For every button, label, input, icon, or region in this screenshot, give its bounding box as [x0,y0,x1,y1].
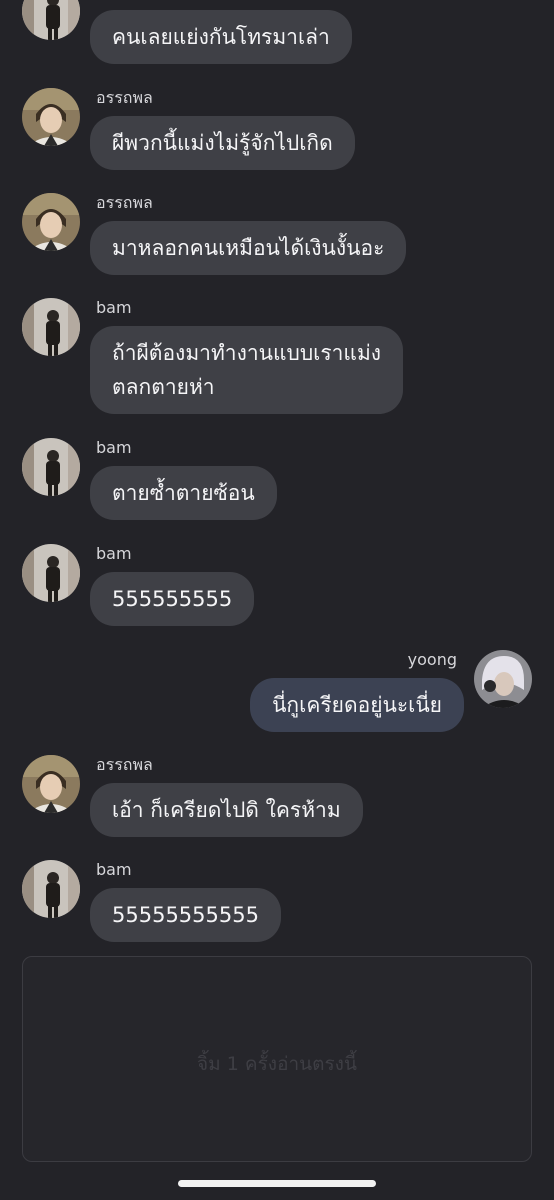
home-indicator[interactable] [178,1180,376,1187]
avatar-atthaphon[interactable] [22,193,80,251]
message-text: คนเลยแย่งกันโทรมาเล่า [112,25,330,49]
message-bubble[interactable]: คนเลยแย่งกันโทรมาเล่า [90,10,352,64]
message-bubble[interactable]: ถ้าผีต้องมาทำงานแบบเราแม่ง ตลกตายห่า [90,326,404,414]
avatar-yoong[interactable] [474,650,532,708]
message-text: ตลกตายห่า [112,375,215,399]
message-text: ตายซ้ำตายซ้อน [112,481,255,505]
avatar-bam[interactable] [22,438,80,496]
avatar-bam[interactable] [22,298,80,356]
sender-name: bam [96,438,132,457]
avatar-atthaphon-image [22,193,80,251]
avatar-bam-image [22,298,80,356]
message-bubble[interactable]: ตายซ้ำตายซ้อน [90,466,277,520]
tap-to-read-panel[interactable]: จิ้ม 1 ครั้งอ่านตรงนี้ [22,956,532,1162]
avatar-bam-image [22,0,80,40]
avatar-atthaphon[interactable] [22,755,80,813]
tap-to-read-hint: จิ้ม 1 ครั้งอ่านตรงนี้ [197,1053,357,1075]
sender-name: อรรถพล [96,755,153,774]
avatar-bam[interactable] [22,544,80,602]
avatar-yoong-image [474,650,532,708]
sender-name: bam [96,298,132,317]
sender-name: bam [96,544,132,563]
message-bubble[interactable]: ผีพวกนี้แม่งไม่รู้จักไปเกิด [90,116,355,170]
avatar-bam[interactable] [22,860,80,918]
message-text: 55555555555 [112,903,259,927]
message-text: 555555555 [112,587,233,611]
avatar-atthaphon-image [22,755,80,813]
sender-name: อรรถพล [96,193,153,212]
avatar-bam-image [22,438,80,496]
sender-name: bam [96,860,132,879]
message-bubble[interactable]: เอ้า ก็เครียดไปดิ ใครห้าม [90,783,363,837]
sender-name: อรรถพล [96,88,153,107]
message-text: เอ้า ก็เครียดไปดิ ใครห้าม [112,798,341,822]
message-bubble[interactable]: มาหลอกคนเหมือนได้เงินงั้นอะ [90,221,407,275]
message-text: นี่กูเครียดอยู่นะเนี่ย [272,693,442,717]
avatar-atthaphon-image [22,88,80,146]
avatar-atthaphon[interactable] [22,88,80,146]
avatar-bam[interactable] [22,0,80,40]
message-text: ผีพวกนี้แม่งไม่รู้จักไปเกิด [112,131,333,155]
message-bubble[interactable]: 555555555 [90,572,255,626]
message-bubble[interactable]: นี่กูเครียดอยู่นะเนี่ย [250,678,464,732]
message-bubble[interactable]: 55555555555 [90,888,281,942]
sender-name: yoong [407,650,457,669]
message-text: มาหลอกคนเหมือนได้เงินงั้นอะ [112,236,385,260]
avatar-bam-image [22,544,80,602]
avatar-bam-image [22,860,80,918]
message-text: ถ้าผีต้องมาทำงานแบบเราแม่ง [112,341,382,365]
